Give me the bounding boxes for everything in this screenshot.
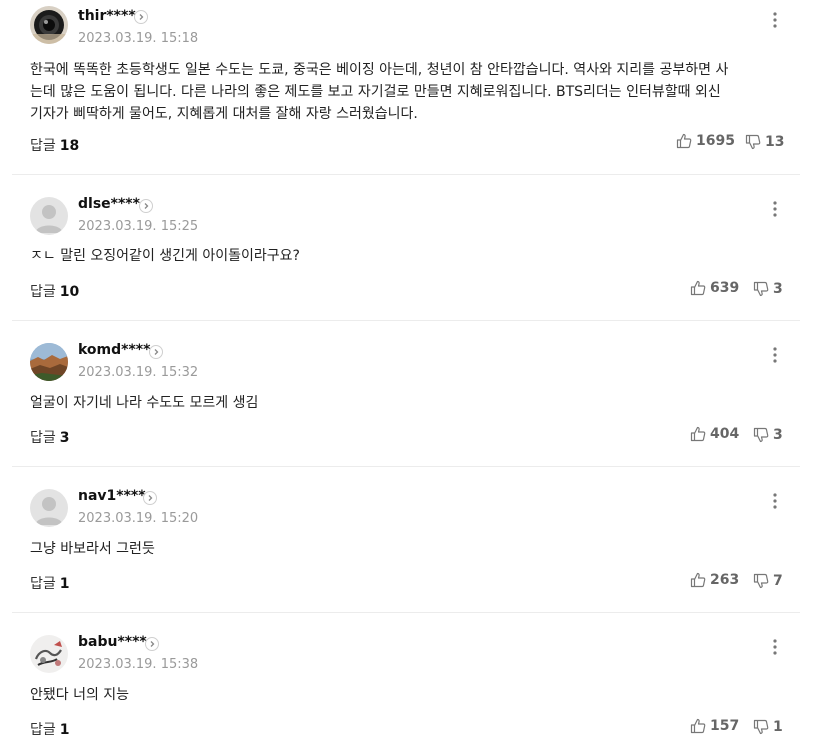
reply-count: 18 [59,138,80,154]
reply-count: 1 [59,722,70,738]
more-options-icon[interactable] [772,11,778,29]
sketch-avatar-image [30,635,68,673]
comment-item: dlse**** 2023.03.19. 15:25 ㅈㄴ 말린 오징어같이 생… [12,192,800,320]
comment-line: 한국에 똑똑한 초등학생도 일본 수도는 도쿄, 중국은 베이징 아는데, 청년… [30,62,729,78]
thumbs-up-icon [690,426,706,442]
comment-text: 안됐다 너의 지능 [30,684,790,706]
chevron-right-icon[interactable] [143,491,157,505]
like-count: 157 [710,718,740,734]
divider [12,612,800,613]
reply-label: 답글 [30,576,56,592]
timestamp: 2023.03.19. 15:38 [78,657,199,672]
dislike-count: 3 [773,427,783,443]
thumbs-up-icon [676,133,692,149]
comment-line: 안됐다 너의 지능 [30,687,130,703]
reply-label: 답글 [30,430,56,446]
divider [12,466,800,467]
comment-text: 한국에 똑똑한 초등학생도 일본 수도는 도쿄, 중국은 베이징 아는데, 청년… [30,59,790,125]
dislike-count: 3 [773,281,783,297]
dislike-button[interactable]: 13 [745,134,784,150]
thumbs-up-icon [690,280,706,296]
more-options-icon[interactable] [772,346,778,364]
comment-item: nav1**** 2023.03.19. 15:20 그냥 바보라서 그런듯 답… [12,484,800,612]
timestamp: 2023.03.19. 15:20 [78,511,199,526]
more-options-icon[interactable] [772,638,778,656]
like-count: 1695 [696,133,735,149]
comment-text: 얼굴이 자기네 나라 수도도 모르게 생김 [30,392,790,414]
timestamp: 2023.03.19. 15:32 [78,365,199,380]
divider [12,174,800,175]
avatar[interactable] [30,635,68,673]
more-options-icon[interactable] [772,200,778,218]
comment-line: 는데 많은 도움이 됩니다. 다른 나라의 좋은 제도를 보고 자기걸로 만들면… [30,84,721,100]
reply-count: 1 [59,576,70,592]
reply-button[interactable]: 답글 3 [30,427,70,447]
reply-button[interactable]: 답글 1 [30,573,70,593]
default-profile-avatar-image [30,489,68,527]
like-button[interactable]: 263 [690,572,739,588]
comment-line: 그냥 바보라서 그런듯 [30,541,155,557]
reply-label: 답글 [30,284,56,300]
thumbs-down-icon [753,427,769,443]
dislike-button[interactable]: 1 [753,719,783,735]
landscape-avatar-image [30,343,68,381]
chevron-right-icon[interactable] [134,10,148,24]
reply-count: 3 [59,430,70,446]
username[interactable]: nav1**** [78,488,146,504]
thumbs-up-icon [690,572,706,588]
reply-button[interactable]: 답글 10 [30,281,79,301]
like-button[interactable]: 157 [690,718,739,734]
avatar[interactable] [30,489,68,527]
more-options-icon[interactable] [772,492,778,510]
like-count: 263 [710,572,740,588]
thumbs-up-icon [690,718,706,734]
reply-button[interactable]: 답글 18 [30,135,79,155]
thumbs-down-icon [753,719,769,735]
thumbs-down-icon [753,281,769,297]
chevron-right-icon[interactable] [145,637,159,651]
like-button[interactable]: 1695 [676,133,735,149]
dislike-button[interactable]: 3 [753,281,783,297]
reply-count: 10 [59,284,80,300]
comment-item: babu**** 2023.03.19. 15:38 안됐다 너의 지능 답글 1… [12,630,800,752]
thumbs-down-icon [753,573,769,589]
comment-line: ㅈㄴ 말린 오징어같이 생긴게 아이돌이라구요? [30,248,300,264]
comment-text: 그냥 바보라서 그런듯 [30,538,790,560]
comment-text: ㅈㄴ 말린 오징어같이 생긴게 아이돌이라구요? [30,245,790,267]
dislike-count: 13 [765,134,785,150]
like-button[interactable]: 404 [690,426,739,442]
dislike-count: 7 [773,573,783,589]
like-count: 404 [710,426,740,442]
camera-lens-avatar-image [30,6,68,44]
reply-button[interactable]: 답글 1 [30,719,70,739]
username[interactable]: dlse**** [78,196,140,212]
thumbs-down-icon [745,134,761,150]
username[interactable]: babu**** [78,634,147,650]
avatar[interactable] [30,343,68,381]
dislike-button[interactable]: 3 [753,427,783,443]
default-profile-avatar-image [30,197,68,235]
timestamp: 2023.03.19. 15:25 [78,219,199,234]
comment-line: 기자가 삐딱하게 물어도, 지혜롭게 대처를 잘해 자랑 스러웠습니다. [30,106,418,122]
avatar[interactable] [30,6,68,44]
timestamp: 2023.03.19. 15:18 [78,31,199,46]
comment-item: thir**** 2023.03.19. 15:18 한국에 똑똑한 초등학생도… [12,0,800,174]
comment-item: komd**** 2023.03.19. 15:32 얼굴이 자기네 나라 수도… [12,338,800,466]
avatar[interactable] [30,197,68,235]
dislike-button[interactable]: 7 [753,573,783,589]
like-button[interactable]: 639 [690,280,739,296]
like-count: 639 [710,280,740,296]
username[interactable]: komd**** [78,342,150,358]
chevron-right-icon[interactable] [149,345,163,359]
dislike-count: 1 [773,719,783,735]
reply-label: 답글 [30,722,56,738]
username[interactable]: thir**** [78,8,136,24]
reply-label: 답글 [30,138,56,154]
chevron-right-icon[interactable] [139,199,153,213]
comment-line: 얼굴이 자기네 나라 수도도 모르게 생김 [30,395,259,411]
divider [12,320,800,321]
